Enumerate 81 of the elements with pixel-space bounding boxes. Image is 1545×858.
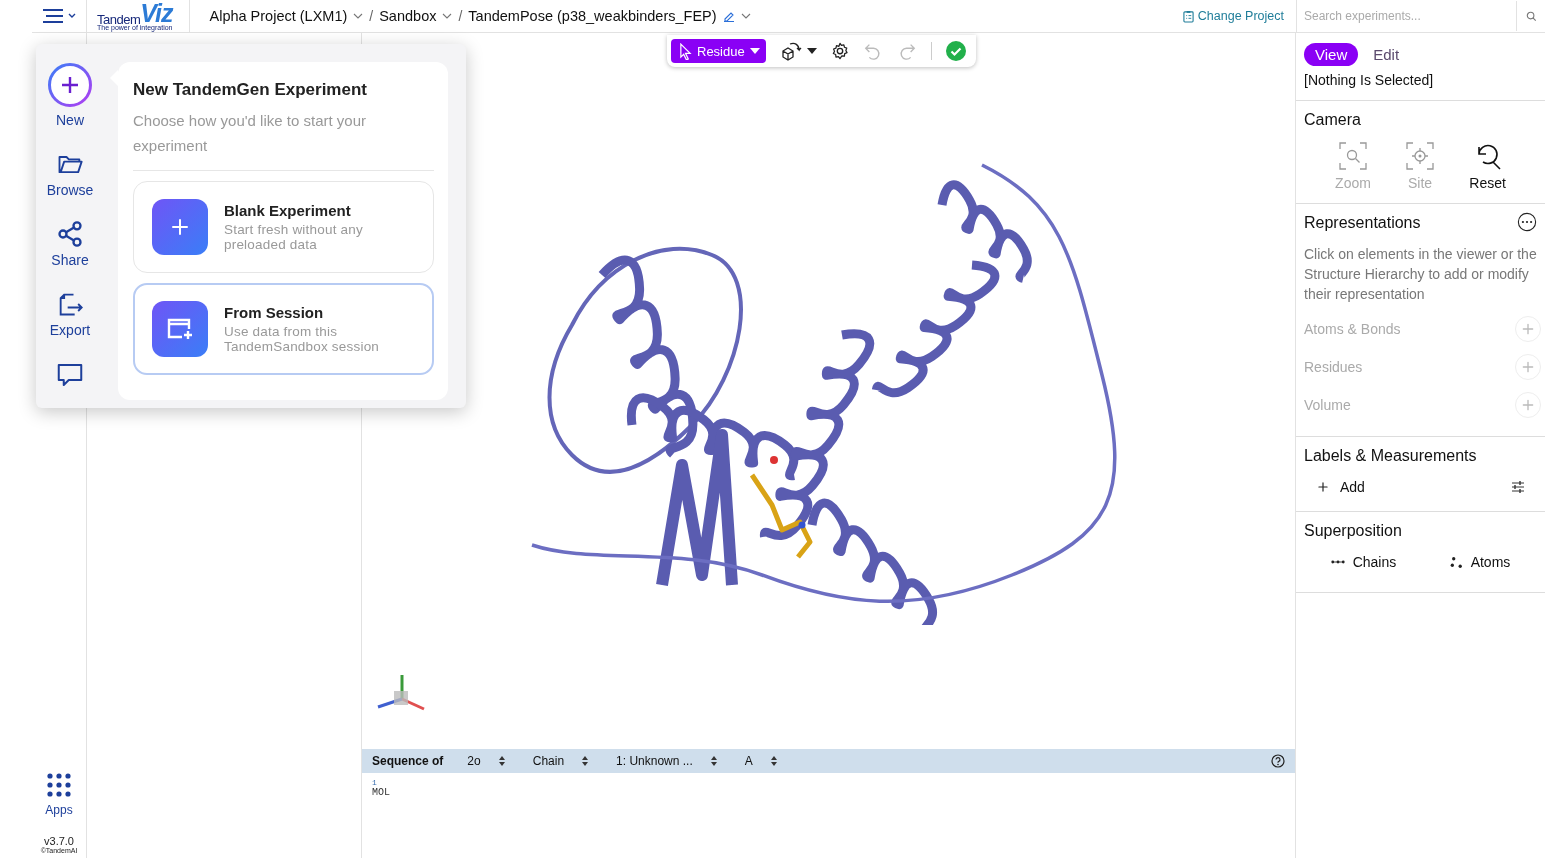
logo-text: Tandem — [97, 13, 141, 26]
sort-caret-icon — [498, 756, 505, 766]
representation-label: Atoms & Bonds — [1304, 321, 1401, 337]
option-title: Blank Experiment — [224, 202, 352, 219]
more-icon — [1517, 212, 1537, 232]
caret-down-icon — [749, 48, 760, 54]
representation-label: Residues — [1304, 359, 1363, 375]
breadcrumb-separator: / — [458, 8, 463, 24]
breadcrumb-item[interactable]: TandemPose (p38_weakbinders_FEP) — [468, 8, 751, 24]
dots-icon — [1449, 555, 1463, 569]
section-title: Labels & Measurements — [1304, 447, 1478, 465]
filter-button[interactable] — [1511, 480, 1525, 494]
more-button[interactable] — [1517, 212, 1537, 232]
plus-circle-icon — [47, 62, 93, 108]
sequence-label: Sequence of — [372, 754, 444, 768]
popup-subtitle: Choose how you'd like to start your experiment — [133, 108, 434, 171]
sort-caret-icon — [582, 756, 589, 766]
caret-down-icon — [806, 48, 817, 54]
target-frame-icon — [1405, 141, 1436, 171]
plus-icon — [1520, 359, 1536, 375]
add-label-button[interactable]: Add — [1316, 479, 1365, 495]
section-title: Superposition — [1304, 522, 1403, 540]
section-title: Camera — [1304, 111, 1362, 129]
hint-text: Click on elements in the viewer or the Structure Hierarchy to add or modify their representation — [1304, 245, 1537, 304]
sequence-select[interactable]: A — [740, 754, 781, 768]
sequence-select[interactable]: Chain — [528, 754, 593, 768]
section-title: Representations — [1304, 214, 1421, 232]
sort-caret-icon — [770, 756, 777, 766]
share-icon — [56, 220, 84, 248]
sliders-icon — [1511, 480, 1525, 494]
breadcrumb-item[interactable]: Sandbox — [379, 8, 453, 24]
pencil-icon — [722, 10, 735, 22]
selection-label: [Nothing Is Selected] — [1304, 72, 1435, 88]
rotate-button[interactable] — [779, 40, 817, 62]
logo-mark: Viz — [140, 1, 173, 26]
mode-tab[interactable]: View — [1304, 43, 1359, 66]
selection-mode-button[interactable]: Residue — [671, 39, 766, 63]
plus-icon — [1316, 480, 1330, 494]
breadcrumb-item[interactable]: Alpha Project (LXM1) — [209, 8, 364, 24]
option-title: From Session — [224, 304, 325, 321]
menu-icon — [42, 8, 64, 24]
rail-item[interactable]: Browse — [46, 150, 94, 198]
camera-button[interactable]: Reset — [1469, 141, 1506, 191]
option-card[interactable]: From Session Use data from this TandemSandbox session — [133, 283, 434, 375]
chevron-down-icon — [442, 13, 453, 19]
clipboard-icon — [1182, 9, 1194, 23]
version-label: v3.7.0 — [44, 835, 74, 847]
zoom-frame-icon — [1338, 141, 1368, 171]
settings-icon — [830, 42, 849, 60]
settings-button[interactable] — [830, 42, 849, 60]
chevron-down-icon — [68, 13, 76, 19]
dots-line-icon — [1330, 559, 1345, 565]
superposition-button[interactable]: Atoms — [1449, 554, 1511, 570]
representation-label: Volume — [1304, 397, 1351, 413]
cursor-icon — [679, 42, 692, 60]
rail-item[interactable]: Share — [51, 220, 89, 268]
grid-icon — [47, 773, 71, 797]
rail-item[interactable]: New — [47, 62, 93, 128]
cube-arrow-icon — [779, 40, 804, 62]
residue-index: 1 — [372, 778, 377, 787]
plus-icon — [1520, 321, 1536, 337]
mode-tab[interactable]: Edit — [1362, 43, 1411, 66]
apps-button[interactable]: Apps — [45, 773, 73, 817]
help-icon — [1271, 754, 1285, 768]
rail-item[interactable]: Export — [49, 290, 91, 338]
superposition-button[interactable]: Chains — [1330, 554, 1397, 570]
search-icon — [1525, 10, 1537, 22]
option-description: Use data from this TandemSandbox session — [224, 324, 381, 354]
option-card[interactable]: Blank Experiment Start fresh without any preloaded data — [133, 181, 434, 273]
popup-title: New TandemGen Experiment — [133, 80, 368, 100]
option-description: Start fresh without any preloaded data — [224, 222, 364, 252]
change-project-link[interactable]: Change Project — [1170, 9, 1296, 23]
help-button[interactable] — [1271, 754, 1285, 768]
sort-caret-icon — [710, 756, 717, 766]
residue-sequence: MOL — [372, 787, 390, 798]
breadcrumb-separator: / — [369, 8, 374, 24]
chevron-down-icon — [740, 13, 751, 19]
plus-icon — [1520, 397, 1536, 413]
sequence-select[interactable]: 2o — [463, 754, 509, 768]
chevron-down-icon — [353, 13, 364, 19]
sequence-select[interactable]: 1: Unknown ... — [612, 754, 721, 768]
